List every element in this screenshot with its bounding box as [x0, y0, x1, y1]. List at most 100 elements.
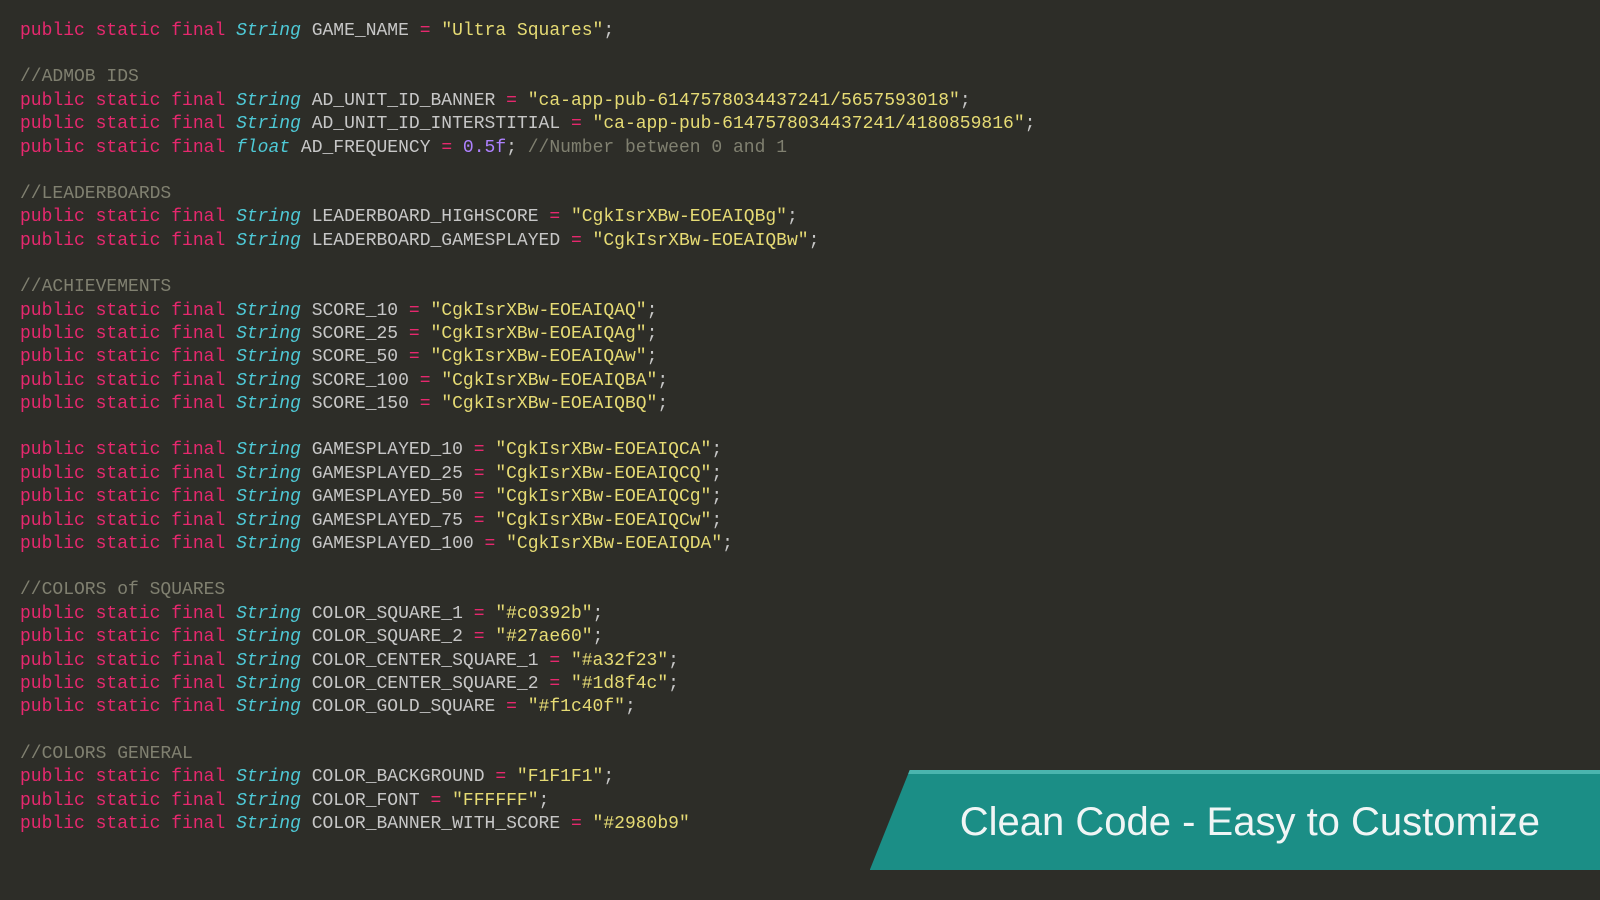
keyword-static: static	[96, 767, 172, 787]
variable-name: GAMESPLAYED_100	[312, 534, 474, 554]
keyword-public: public	[20, 697, 96, 717]
code-line[interactable]: public static final String SCORE_25 = "C…	[20, 323, 1580, 346]
type-name: String	[236, 487, 301, 507]
code-line[interactable]	[20, 43, 1580, 66]
literal-value: "CgkIsrXBw-EOEAIQAw"	[431, 347, 647, 367]
code-line[interactable]: public static final String SCORE_100 = "…	[20, 370, 1580, 393]
code-line[interactable]	[20, 720, 1580, 743]
keyword-final: final	[171, 114, 236, 134]
code-line[interactable]: public static final String GAMESPLAYED_7…	[20, 510, 1580, 533]
operator-equals: =	[409, 394, 441, 414]
semicolon: ;	[668, 674, 679, 694]
keyword-final: final	[171, 464, 236, 484]
semicolon: ;	[539, 791, 550, 811]
variable-name: SCORE_50	[312, 347, 398, 367]
semicolon: ;	[593, 627, 604, 647]
variable-name: LEADERBOARD_GAMESPLAYED	[312, 231, 560, 251]
type-name: String	[236, 91, 301, 111]
keyword-final: final	[171, 651, 236, 671]
variable-name: COLOR_SQUARE_1	[312, 604, 463, 624]
code-line[interactable]: public static final String GAMESPLAYED_2…	[20, 463, 1580, 486]
keyword-public: public	[20, 91, 96, 111]
code-line[interactable]	[20, 556, 1580, 579]
variable-name: GAMESPLAYED_25	[312, 464, 463, 484]
code-line[interactable]: public static final String GAME_NAME = "…	[20, 20, 1580, 43]
semicolon: ;	[711, 464, 722, 484]
operator-equals: =	[495, 91, 527, 111]
keyword-static: static	[96, 511, 172, 531]
keyword-static: static	[96, 440, 172, 460]
comment: //ADMOB IDS	[20, 67, 139, 87]
variable-name: COLOR_SQUARE_2	[312, 627, 463, 647]
semicolon: ;	[722, 534, 733, 554]
semicolon: ;	[711, 511, 722, 531]
operator-equals: =	[431, 138, 463, 158]
code-line[interactable]: //ACHIEVEMENTS	[20, 276, 1580, 299]
code-editor[interactable]: public static final String GAME_NAME = "…	[0, 0, 1600, 846]
code-line[interactable]: public static final String GAMESPLAYED_5…	[20, 486, 1580, 509]
code-line[interactable]: public static final String COLOR_GOLD_SQ…	[20, 696, 1580, 719]
code-line[interactable]: public static final String COLOR_SQUARE_…	[20, 626, 1580, 649]
type-name: String	[236, 464, 301, 484]
variable-name: SCORE_100	[312, 371, 409, 391]
keyword-static: static	[96, 114, 172, 134]
operator-equals: =	[463, 464, 495, 484]
semicolon: ;	[657, 371, 668, 391]
keyword-final: final	[171, 487, 236, 507]
code-line[interactable]: public static final String COLOR_CENTER_…	[20, 673, 1580, 696]
type-name: String	[236, 651, 301, 671]
operator-equals: =	[409, 371, 441, 391]
semicolon: ;	[657, 394, 668, 414]
code-line[interactable]: public static final String SCORE_10 = "C…	[20, 300, 1580, 323]
operator-equals: =	[463, 604, 495, 624]
variable-name: SCORE_25	[312, 324, 398, 344]
variable-name: SCORE_150	[312, 394, 409, 414]
keyword-static: static	[96, 138, 172, 158]
keyword-public: public	[20, 301, 96, 321]
literal-value: "CgkIsrXBw-EOEAIQDA"	[506, 534, 722, 554]
code-line[interactable]: public static final String COLOR_CENTER_…	[20, 650, 1580, 673]
variable-name: LEADERBOARD_HIGHSCORE	[312, 207, 539, 227]
keyword-static: static	[96, 371, 172, 391]
code-line[interactable]: public static final float AD_FREQUENCY =…	[20, 137, 1580, 160]
code-line[interactable]: public static final String COLOR_SQUARE_…	[20, 603, 1580, 626]
literal-value: "F1F1F1"	[517, 767, 603, 787]
keyword-static: static	[96, 464, 172, 484]
keyword-static: static	[96, 534, 172, 554]
code-line[interactable]	[20, 253, 1580, 276]
code-line[interactable]: public static final String LEADERBOARD_G…	[20, 230, 1580, 253]
keyword-public: public	[20, 347, 96, 367]
code-line[interactable]: public static final String GAMESPLAYED_1…	[20, 439, 1580, 462]
code-line[interactable]: //ADMOB IDS	[20, 66, 1580, 89]
code-line[interactable]	[20, 160, 1580, 183]
semicolon: ;	[787, 207, 798, 227]
operator-equals: =	[463, 487, 495, 507]
promo-banner: Clean Code - Easy to Customize	[870, 770, 1600, 870]
code-line[interactable]: public static final String SCORE_50 = "C…	[20, 346, 1580, 369]
code-line[interactable]	[20, 416, 1580, 439]
code-line[interactable]: //COLORS of SQUARES	[20, 579, 1580, 602]
comment: //COLORS GENERAL	[20, 744, 193, 764]
operator-equals: =	[539, 207, 571, 227]
code-line[interactable]: public static final String AD_UNIT_ID_BA…	[20, 90, 1580, 113]
keyword-static: static	[96, 814, 172, 834]
code-line[interactable]: public static final String LEADERBOARD_H…	[20, 206, 1580, 229]
literal-value: "CgkIsrXBw-EOEAIQCA"	[495, 440, 711, 460]
keyword-public: public	[20, 21, 96, 41]
operator-equals: =	[463, 511, 495, 531]
code-line[interactable]: public static final String GAMESPLAYED_1…	[20, 533, 1580, 556]
code-line[interactable]: //COLORS GENERAL	[20, 743, 1580, 766]
type-name: String	[236, 697, 301, 717]
keyword-final: final	[171, 394, 236, 414]
code-line[interactable]: public static final String SCORE_150 = "…	[20, 393, 1580, 416]
keyword-final: final	[171, 697, 236, 717]
code-line[interactable]: //LEADERBOARDS	[20, 183, 1580, 206]
type-name: String	[236, 114, 301, 134]
literal-value: "CgkIsrXBw-EOEAIQAg"	[431, 324, 647, 344]
keyword-public: public	[20, 651, 96, 671]
keyword-public: public	[20, 604, 96, 624]
keyword-public: public	[20, 207, 96, 227]
keyword-public: public	[20, 767, 96, 787]
type-name: String	[236, 604, 301, 624]
code-line[interactable]: public static final String AD_UNIT_ID_IN…	[20, 113, 1580, 136]
